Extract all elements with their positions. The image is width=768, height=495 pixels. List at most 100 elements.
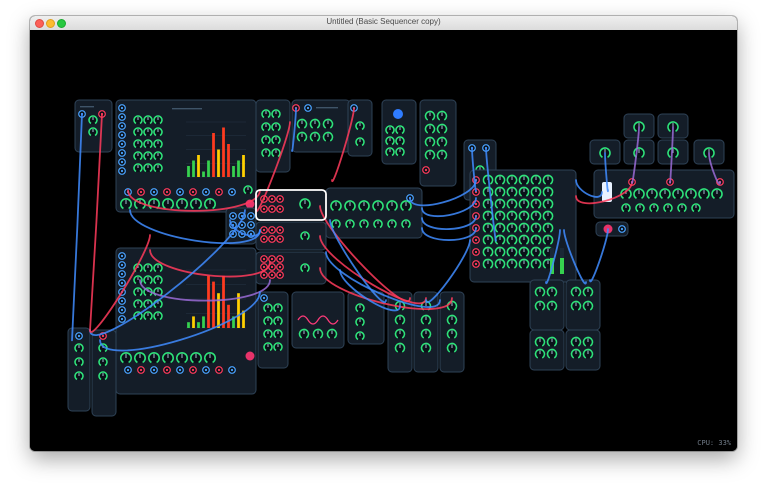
modular-rack[interactable] xyxy=(30,30,737,451)
jack-port[interactable] xyxy=(276,195,284,203)
jack-port[interactable] xyxy=(276,255,284,263)
jack-port[interactable] xyxy=(268,205,276,213)
step-bar[interactable] xyxy=(217,293,220,328)
jack-port[interactable] xyxy=(137,188,145,196)
jack-port[interactable] xyxy=(118,297,126,305)
jack-port[interactable] xyxy=(422,166,430,174)
jack-port[interactable] xyxy=(228,188,236,196)
module-filter-l2 xyxy=(529,329,565,371)
step-bar[interactable] xyxy=(197,322,200,328)
jack-port[interactable] xyxy=(118,306,126,314)
trigger-button[interactable] xyxy=(245,351,255,361)
jack-port[interactable] xyxy=(472,260,480,268)
jack-port[interactable] xyxy=(276,226,284,234)
jack-port[interactable] xyxy=(150,366,158,374)
step-bar[interactable] xyxy=(202,171,205,178)
jack-port[interactable] xyxy=(247,221,255,229)
jack-hole xyxy=(249,214,253,218)
jack-port[interactable] xyxy=(176,188,184,196)
jack-port[interactable] xyxy=(268,235,276,243)
jack-hole xyxy=(120,299,124,303)
jack-port[interactable] xyxy=(176,366,184,374)
jack-port[interactable] xyxy=(260,235,268,243)
step-bar[interactable] xyxy=(192,316,195,328)
step-bar[interactable] xyxy=(197,155,200,177)
jack-port[interactable] xyxy=(118,131,126,139)
step-bar[interactable] xyxy=(222,275,225,328)
jack-port[interactable] xyxy=(247,212,255,220)
jack-port[interactable] xyxy=(118,149,126,157)
jack-hole xyxy=(120,160,124,164)
jack-port[interactable] xyxy=(260,294,268,302)
step-bar[interactable] xyxy=(212,133,215,177)
step-bar[interactable] xyxy=(232,166,235,177)
patch-canvas[interactable]: CPU: 33% xyxy=(30,30,737,451)
jack-port[interactable] xyxy=(268,195,276,203)
jack-port[interactable] xyxy=(268,226,276,234)
step-bar[interactable] xyxy=(222,127,225,178)
jack-hole xyxy=(120,263,124,267)
jack-hole xyxy=(278,207,282,211)
jack-port[interactable] xyxy=(276,263,284,271)
patch-cable[interactable] xyxy=(421,215,477,230)
step-bar[interactable] xyxy=(227,144,230,177)
jack-port[interactable] xyxy=(118,270,126,278)
jack-port[interactable] xyxy=(260,226,268,234)
jack-port[interactable] xyxy=(163,188,171,196)
step-bar[interactable] xyxy=(242,155,245,177)
step-bar[interactable] xyxy=(192,160,195,178)
jack-hole xyxy=(120,308,124,312)
step-bar[interactable] xyxy=(207,160,210,178)
step-bar[interactable] xyxy=(207,275,210,328)
jack-hole xyxy=(230,190,234,194)
jack-port[interactable] xyxy=(75,332,83,340)
jack-port[interactable] xyxy=(260,205,268,213)
jack-port[interactable] xyxy=(189,366,197,374)
jack-port[interactable] xyxy=(215,366,223,374)
step-bar[interactable] xyxy=(202,316,205,328)
step-bar[interactable] xyxy=(237,160,240,178)
jack-port[interactable] xyxy=(276,205,284,213)
jack-port[interactable] xyxy=(118,113,126,121)
step-bar[interactable] xyxy=(212,281,215,328)
step-bar[interactable] xyxy=(187,322,190,328)
jack-port[interactable] xyxy=(202,366,210,374)
module-env-c xyxy=(257,291,289,369)
jack-port[interactable] xyxy=(150,188,158,196)
step-bar[interactable] xyxy=(187,166,190,177)
jack-hole xyxy=(270,273,274,277)
jack-port[interactable] xyxy=(118,252,126,260)
jack-port[interactable] xyxy=(118,122,126,130)
jack-port[interactable] xyxy=(124,366,132,374)
jack-hole xyxy=(178,190,182,194)
jack-port[interactable] xyxy=(118,315,126,323)
jack-port[interactable] xyxy=(228,366,236,374)
jack-port[interactable] xyxy=(118,279,126,287)
jack-port[interactable] xyxy=(118,158,126,166)
jack-port[interactable] xyxy=(202,188,210,196)
jack-port[interactable] xyxy=(472,236,480,244)
jack-hole xyxy=(262,257,266,261)
patch-cable[interactable] xyxy=(589,228,609,283)
jack-port[interactable] xyxy=(472,248,480,256)
step-bar[interactable] xyxy=(217,149,220,178)
jack-port[interactable] xyxy=(268,271,276,279)
jack-port[interactable] xyxy=(276,271,284,279)
jack-hole xyxy=(424,168,428,172)
jack-port[interactable] xyxy=(118,104,126,112)
jack-port[interactable] xyxy=(189,188,197,196)
jack-port[interactable] xyxy=(215,188,223,196)
jack-port[interactable] xyxy=(137,366,145,374)
jack-hole xyxy=(120,124,124,128)
jack-port[interactable] xyxy=(118,140,126,148)
jack-port[interactable] xyxy=(260,255,268,263)
jack-port[interactable] xyxy=(229,212,237,220)
jack-hole xyxy=(217,190,221,194)
jack-port[interactable] xyxy=(118,261,126,269)
jack-port[interactable] xyxy=(118,167,126,175)
jack-port[interactable] xyxy=(276,235,284,243)
jack-port[interactable] xyxy=(618,225,626,233)
step-bar[interactable] xyxy=(227,304,230,328)
jack-port[interactable] xyxy=(304,104,312,112)
jack-port[interactable] xyxy=(163,366,171,374)
